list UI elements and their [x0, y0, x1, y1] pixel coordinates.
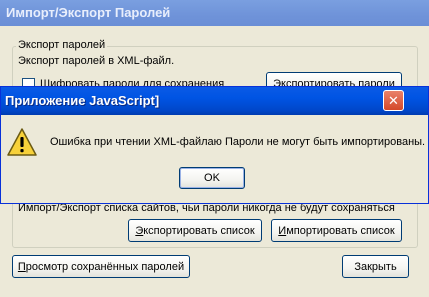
- close-icon: ✕: [388, 93, 399, 108]
- dialog-close-button[interactable]: ✕: [383, 90, 404, 111]
- view-saved-passwords-button[interactable]: Просмотр сохранённых паролей: [12, 255, 190, 278]
- warning-icon: [7, 128, 37, 156]
- javascript-alert-dialog: Приложение JavaScript] ✕ Ошибка при чтен…: [0, 86, 429, 204]
- dialog-title: Приложение JavaScript]: [5, 93, 160, 108]
- window-title: Импорт/Экспорт Паролей: [6, 5, 171, 20]
- export-list-button[interactable]: Экспортировать список: [128, 219, 262, 242]
- window-titlebar: Импорт/Экспорт Паролей: [0, 0, 429, 26]
- export-group-label: Экспорт паролей: [16, 39, 108, 51]
- dialog-message: Ошибка при чтении XML-файлаю Пароли не м…: [50, 136, 426, 148]
- close-window-button[interactable]: Закрыть: [342, 255, 409, 278]
- import-list-button[interactable]: Импортировать список: [271, 219, 402, 242]
- dialog-titlebar: Приложение JavaScript] ✕: [1, 87, 428, 115]
- ok-button[interactable]: OK: [179, 167, 245, 189]
- export-description: Экспорт паролей в XML-файл.: [18, 55, 175, 67]
